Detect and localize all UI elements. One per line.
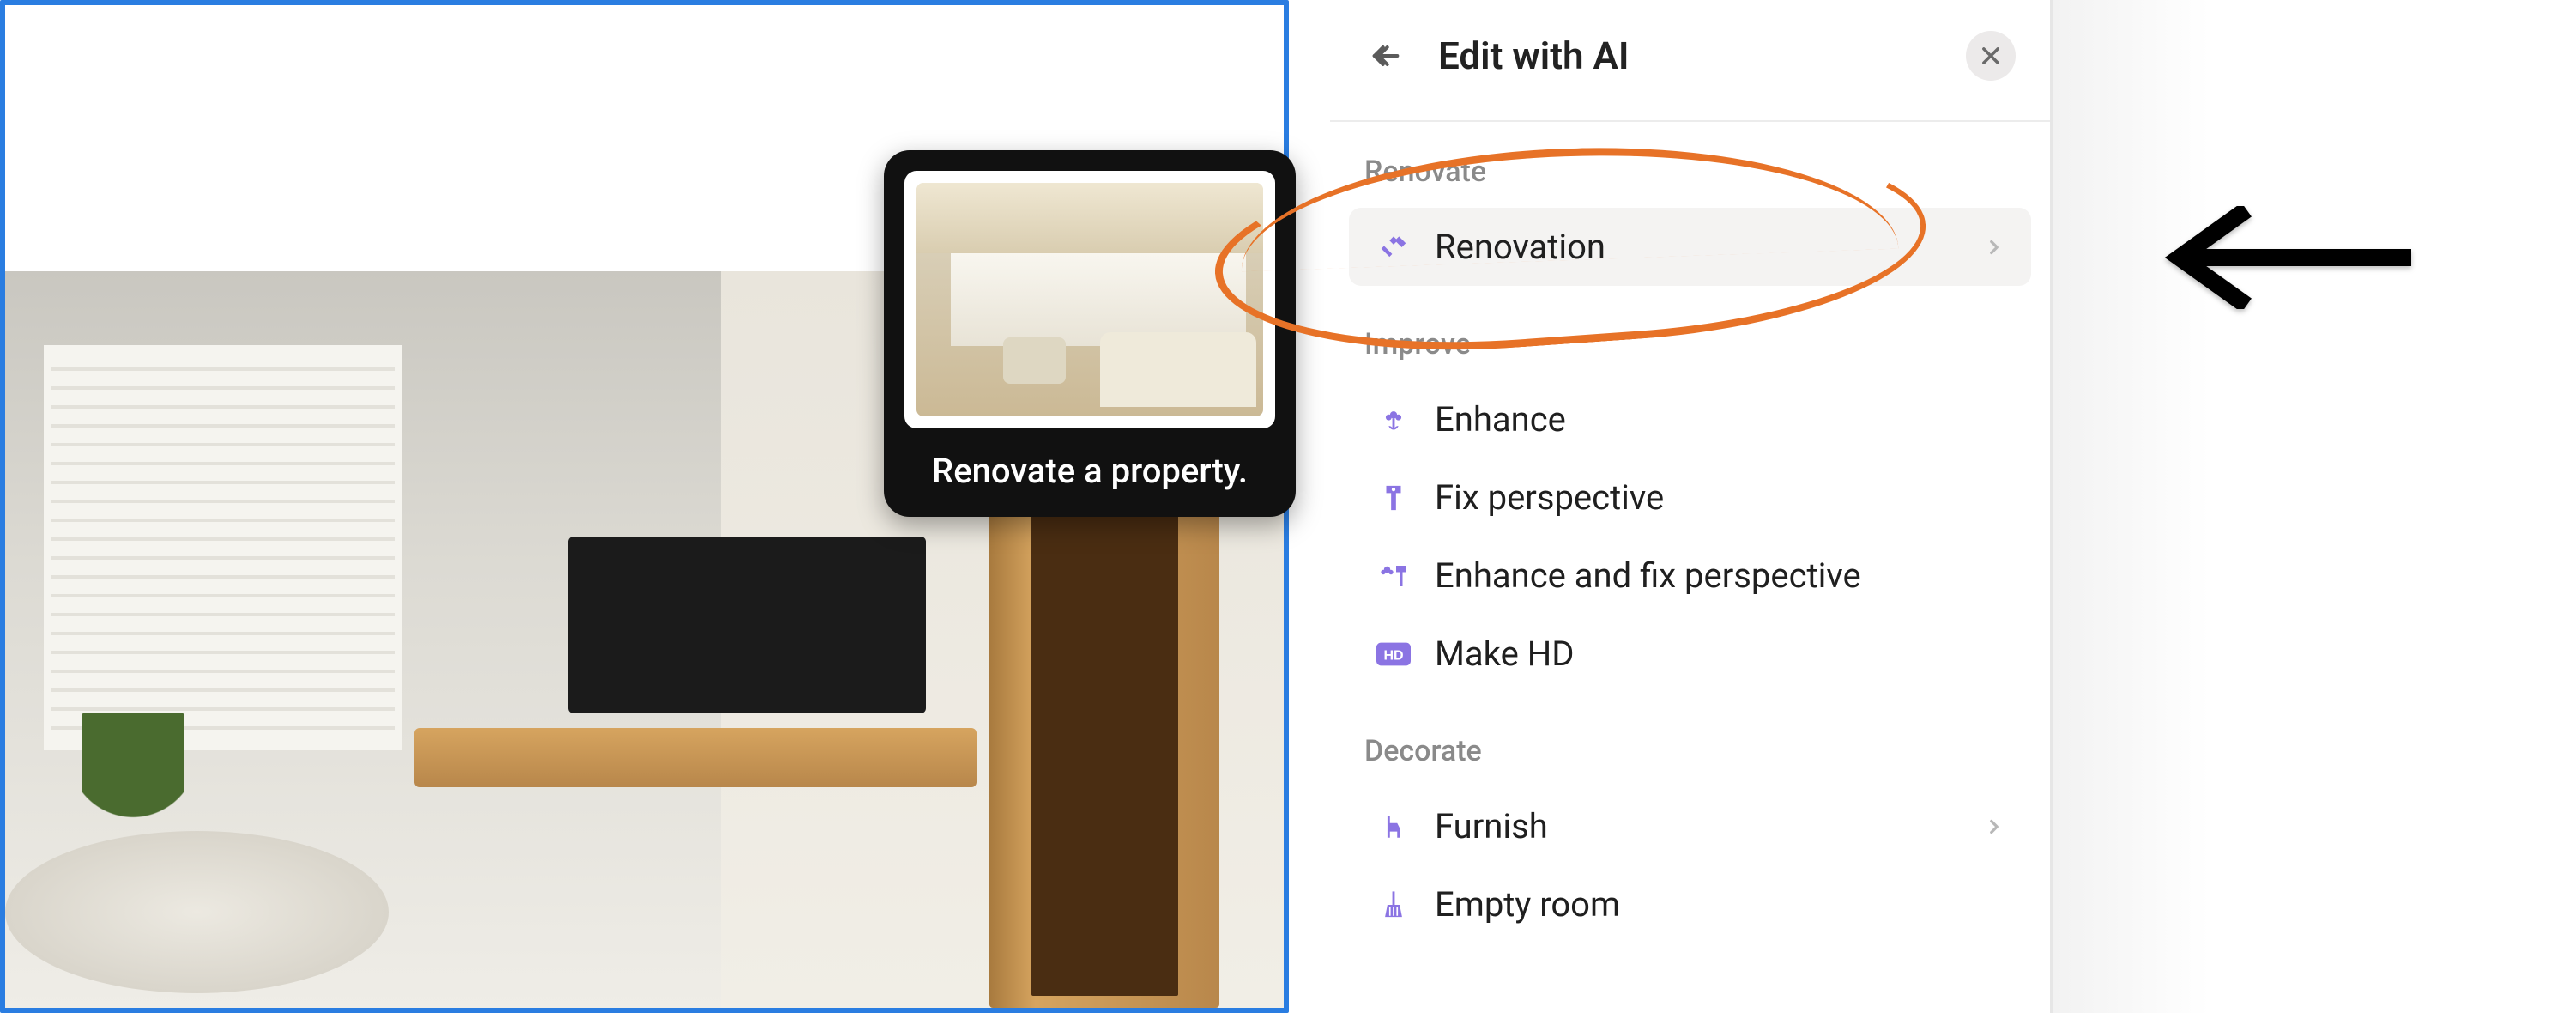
- section-label-improve: Improve: [1349, 320, 2031, 380]
- close-button[interactable]: [1966, 31, 2016, 81]
- broom-icon: [1375, 886, 1412, 924]
- enhance-perspective-icon: [1375, 557, 1412, 595]
- chevron-right-icon: [1983, 816, 2005, 838]
- hammer-icon: [1375, 228, 1412, 266]
- perspective-icon: [1375, 479, 1412, 517]
- panel-title: Edit with AI: [1438, 33, 1935, 78]
- section-renovate: Renovate Renovation: [1330, 122, 2050, 294]
- edit-ai-panel: Edit with AI Renovate Renovation Improve…: [1330, 0, 2053, 1013]
- menu-item-label: Enhance: [1435, 399, 1566, 440]
- section-label-decorate: Decorate: [1349, 727, 2031, 787]
- arrow-left-icon: [1369, 39, 1403, 73]
- hd-icon: HD: [1375, 635, 1412, 673]
- menu-item-label: Make HD: [1435, 634, 1574, 674]
- menu-item-label: Fix perspective: [1435, 477, 1664, 518]
- panel-header: Edit with AI: [1330, 0, 2050, 122]
- tooltip-thumbnail-image: [916, 183, 1263, 416]
- chevron-right-icon: [1983, 236, 2005, 258]
- tooltip-text: Renovate a property.: [904, 451, 1275, 491]
- menu-item-renovation[interactable]: Renovation: [1349, 208, 2031, 286]
- close-icon: [1979, 44, 2003, 68]
- console-graphic: [414, 728, 977, 787]
- section-label-renovate: Renovate: [1349, 148, 2031, 208]
- section-decorate: Decorate Furnish Empty room: [1330, 701, 2050, 952]
- menu-item-furnish[interactable]: Furnish: [1349, 787, 2031, 865]
- menu-item-label: Renovation: [1435, 227, 1605, 267]
- flower-icon: [1375, 401, 1412, 439]
- tooltip-renovate: Renovate a property.: [884, 150, 1296, 517]
- menu-item-label: Empty room: [1435, 884, 1620, 925]
- back-button[interactable]: [1364, 34, 1407, 77]
- menu-item-label: Enhance and fix perspective: [1435, 555, 1861, 596]
- svg-text:HD: HD: [1383, 648, 1403, 663]
- plant-graphic: [82, 713, 184, 846]
- section-improve: Improve Enhance Fix perspective Enhance …: [1330, 294, 2050, 701]
- menu-item-enhance-fix-perspective[interactable]: Enhance and fix perspective: [1349, 537, 2031, 615]
- menu-item-enhance[interactable]: Enhance: [1349, 380, 2031, 458]
- menu-item-make-hd[interactable]: HD Make HD: [1349, 615, 2031, 693]
- menu-item-empty-room[interactable]: Empty room: [1349, 865, 2031, 943]
- window-shutters-graphic: [44, 345, 402, 750]
- coffee-table-graphic: [5, 831, 389, 993]
- chair-icon: [1375, 808, 1412, 846]
- right-gutter: [2053, 0, 2576, 1013]
- tv-graphic: [568, 537, 926, 713]
- menu-item-label: Furnish: [1435, 806, 1548, 846]
- menu-item-fix-perspective[interactable]: Fix perspective: [1349, 458, 2031, 537]
- tooltip-thumbnail: [904, 171, 1275, 428]
